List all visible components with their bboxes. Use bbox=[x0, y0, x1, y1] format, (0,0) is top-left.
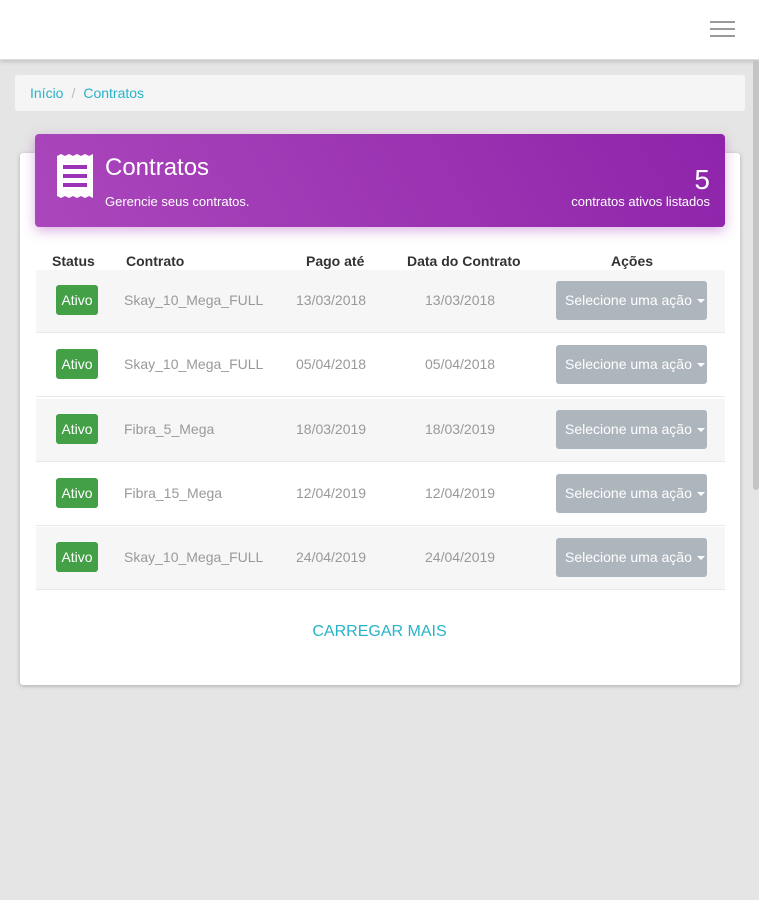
page-scrollbar[interactable] bbox=[753, 60, 759, 490]
table-row: Ativo Skay_10_Mega_FULL 24/04/2019 24/04… bbox=[36, 527, 725, 590]
action-select-label: Selecione uma ação bbox=[565, 292, 692, 308]
column-header-status: Status bbox=[52, 253, 95, 269]
contract-date: 24/04/2019 bbox=[425, 549, 496, 565]
action-select-label: Selecione uma ação bbox=[565, 421, 692, 437]
action-select-button[interactable]: Selecione uma ação bbox=[556, 281, 707, 320]
paid-until: 18/03/2019 bbox=[296, 421, 367, 437]
paid-until: 24/04/2019 bbox=[296, 549, 367, 565]
status-badge: Ativo bbox=[56, 285, 98, 315]
action-select-button[interactable]: Selecione uma ação bbox=[556, 345, 707, 384]
action-select-button[interactable]: Selecione uma ação bbox=[556, 474, 707, 513]
load-more-button[interactable]: CARREGAR MAIS bbox=[0, 623, 759, 641]
table-header: Status Contrato Pago até Data do Contrat… bbox=[36, 250, 725, 270]
action-select-label: Selecione uma ação bbox=[565, 356, 692, 372]
active-contracts-count: 5 bbox=[694, 164, 710, 195]
status-badge: Ativo bbox=[56, 349, 98, 379]
breadcrumb-home-link[interactable]: Início bbox=[30, 85, 63, 101]
table-row: Ativo Fibra_5_Mega 18/03/2019 18/03/2019… bbox=[36, 399, 725, 462]
contract-date: 12/04/2019 bbox=[425, 485, 496, 501]
column-header-paid-until: Pago até bbox=[306, 253, 365, 269]
contract-name: Fibra_5_Mega bbox=[124, 421, 215, 437]
column-header-actions: Ações bbox=[611, 253, 654, 269]
caret-down-icon bbox=[696, 428, 705, 433]
contract-name: Fibra_15_Mega bbox=[124, 485, 223, 501]
caret-down-icon bbox=[696, 363, 705, 368]
action-select-button[interactable]: Selecione uma ação bbox=[556, 538, 707, 577]
contract-name: Skay_10_Mega_FULL bbox=[124, 356, 264, 372]
contract-name: Skay_10_Mega_FULL bbox=[124, 549, 264, 565]
caret-down-icon bbox=[696, 299, 705, 304]
breadcrumb: Início / Contratos bbox=[15, 75, 745, 111]
column-header-contract: Contrato bbox=[126, 253, 185, 269]
caret-down-icon bbox=[696, 492, 705, 497]
table-row: Ativo Skay_10_Mega_FULL 13/03/2018 13/03… bbox=[36, 270, 725, 333]
contracts-header: Contratos Gerencie seus contratos. 5 con… bbox=[35, 134, 725, 227]
caret-down-icon bbox=[696, 556, 705, 561]
status-badge: Ativo bbox=[56, 478, 98, 508]
page-subtitle: Gerencie seus contratos. bbox=[105, 194, 250, 209]
top-bar bbox=[0, 0, 759, 60]
breadcrumb-current-link[interactable]: Contratos bbox=[83, 85, 144, 101]
contract-date: 05/04/2018 bbox=[425, 356, 496, 372]
action-select-label: Selecione uma ação bbox=[565, 485, 692, 501]
contract-name: Skay_10_Mega_FULL bbox=[124, 292, 264, 308]
page-title: Contratos bbox=[105, 154, 210, 181]
status-badge: Ativo bbox=[56, 414, 98, 444]
breadcrumb-separator: / bbox=[71, 85, 76, 101]
status-badge: Ativo bbox=[56, 542, 98, 572]
action-select-button[interactable]: Selecione uma ação bbox=[556, 410, 707, 449]
paid-until: 13/03/2018 bbox=[296, 292, 367, 308]
paid-until: 12/04/2019 bbox=[296, 485, 367, 501]
receipt-icon bbox=[57, 154, 93, 198]
hamburger-menu-icon[interactable] bbox=[710, 21, 735, 39]
table-row: Ativo Skay_10_Mega_FULL 05/04/2018 05/04… bbox=[36, 334, 725, 397]
action-select-label: Selecione uma ação bbox=[565, 549, 692, 565]
paid-until: 05/04/2018 bbox=[296, 356, 367, 372]
table-row: Ativo Fibra_15_Mega 12/04/2019 12/04/201… bbox=[36, 463, 725, 526]
contract-date: 18/03/2019 bbox=[425, 421, 496, 437]
column-header-contract-date: Data do Contrato bbox=[407, 253, 521, 269]
active-contracts-label: contratos ativos listados bbox=[571, 194, 710, 209]
contract-date: 13/03/2018 bbox=[425, 292, 496, 308]
